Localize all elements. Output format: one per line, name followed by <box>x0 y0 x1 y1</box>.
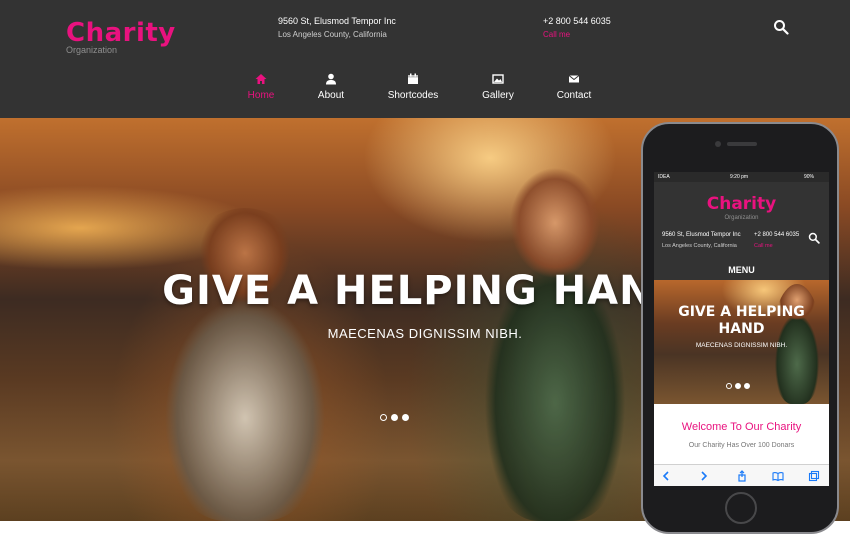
mobile-hero-subtitle: MAECENAS DIGNISSIM NIBH. <box>695 342 788 349</box>
main-nav: Home About Shortcodes Gallery Contact <box>0 72 850 108</box>
tabs-icon[interactable] <box>808 470 820 482</box>
site-header: Charity Organization 9560 St, Elusmod Te… <box>0 0 850 118</box>
mobile-slider-dot[interactable] <box>726 383 732 389</box>
nav-label: Home <box>247 90 275 101</box>
back-icon[interactable] <box>660 470 672 482</box>
phone-mockup: IDEA 9:20 pm 90% Charity Organization 95… <box>641 122 839 534</box>
mobile-slider-dot[interactable] <box>744 383 750 389</box>
mobile-address-line-2: Los Angeles County, California <box>662 243 737 249</box>
phone-speaker <box>727 142 757 146</box>
status-battery: 90% <box>804 174 815 180</box>
nav-label: Contact <box>556 90 592 101</box>
slider-dots <box>380 408 413 421</box>
nav-item-gallery[interactable]: Gallery <box>478 72 518 101</box>
address-line-2: Los Angeles County, California <box>278 30 387 39</box>
mobile-header: Charity Organization 9560 St, Elusmod Te… <box>654 182 829 280</box>
mobile-logo-title[interactable]: Charity <box>654 194 829 214</box>
mobile-slider-dot[interactable] <box>735 383 741 389</box>
image-icon <box>492 74 504 84</box>
phone-camera <box>715 141 721 147</box>
call-me-link[interactable]: Call me <box>543 30 570 39</box>
nav-item-shortcodes[interactable]: Shortcodes <box>383 72 443 101</box>
mobile-menu-button[interactable]: MENU <box>654 265 829 275</box>
nav-label: About <box>317 90 345 101</box>
nav-item-contact[interactable]: Contact <box>553 72 595 101</box>
mobile-hero-title-line-1: GIVE A HELPING <box>678 304 805 320</box>
calendar-icon <box>408 73 418 84</box>
mobile-logo-tagline: Organization <box>724 215 759 221</box>
mobile-slider-dots <box>726 376 753 394</box>
mobile-phone-number: +2 800 544 6035 <box>754 232 800 238</box>
nav-label: Shortcodes <box>387 90 439 101</box>
forward-icon[interactable] <box>698 470 710 482</box>
search-icon[interactable] <box>773 19 789 35</box>
phone-home-button[interactable] <box>725 492 757 524</box>
mobile-status-bar: IDEA 9:20 pm 90% <box>654 172 829 182</box>
share-icon[interactable] <box>736 470 748 482</box>
status-time: 9:20 pm <box>730 174 749 180</box>
nav-item-home[interactable]: Home <box>243 72 279 101</box>
bookmarks-icon[interactable] <box>772 470 784 482</box>
envelope-icon <box>568 75 580 83</box>
mobile-hero-title: GIVE A HELPING HAND <box>654 304 829 338</box>
mobile-browser-toolbar <box>654 464 829 486</box>
mobile-hero: GIVE A HELPING HAND MAECENAS DIGNISSIM N… <box>654 280 829 404</box>
slider-dot[interactable] <box>391 414 398 421</box>
phone-screen: IDEA 9:20 pm 90% Charity Organization 95… <box>654 172 829 486</box>
slider-dot[interactable] <box>380 414 387 421</box>
mobile-call-me-link[interactable]: Call me <box>754 243 773 249</box>
user-icon <box>326 73 336 85</box>
nav-item-about[interactable]: About <box>313 72 349 101</box>
slider-dot[interactable] <box>402 414 409 421</box>
mobile-donors-text: Our Charity Has Over 100 Donars <box>688 442 795 449</box>
mobile-search-icon[interactable] <box>808 232 820 244</box>
home-icon <box>255 74 267 84</box>
mobile-address-line-1: 9560 St, Elusmod Tempor Inc <box>662 232 741 238</box>
page: Charity Organization 9560 St, Elusmod Te… <box>0 0 850 540</box>
address-line-1: 9560 St, Elusmod Tempor Inc <box>278 16 396 26</box>
mobile-hero-title-line-2: HAND <box>718 321 765 337</box>
hero-photo-boy <box>150 208 340 521</box>
status-carrier: IDEA <box>658 174 670 180</box>
logo-tagline: Organization <box>66 45 118 55</box>
mobile-welcome-heading: Welcome To Our Charity <box>681 421 802 433</box>
nav-label: Gallery <box>482 90 514 101</box>
logo-title[interactable]: Charity <box>66 18 176 48</box>
phone-number: +2 800 544 6035 <box>543 16 611 26</box>
